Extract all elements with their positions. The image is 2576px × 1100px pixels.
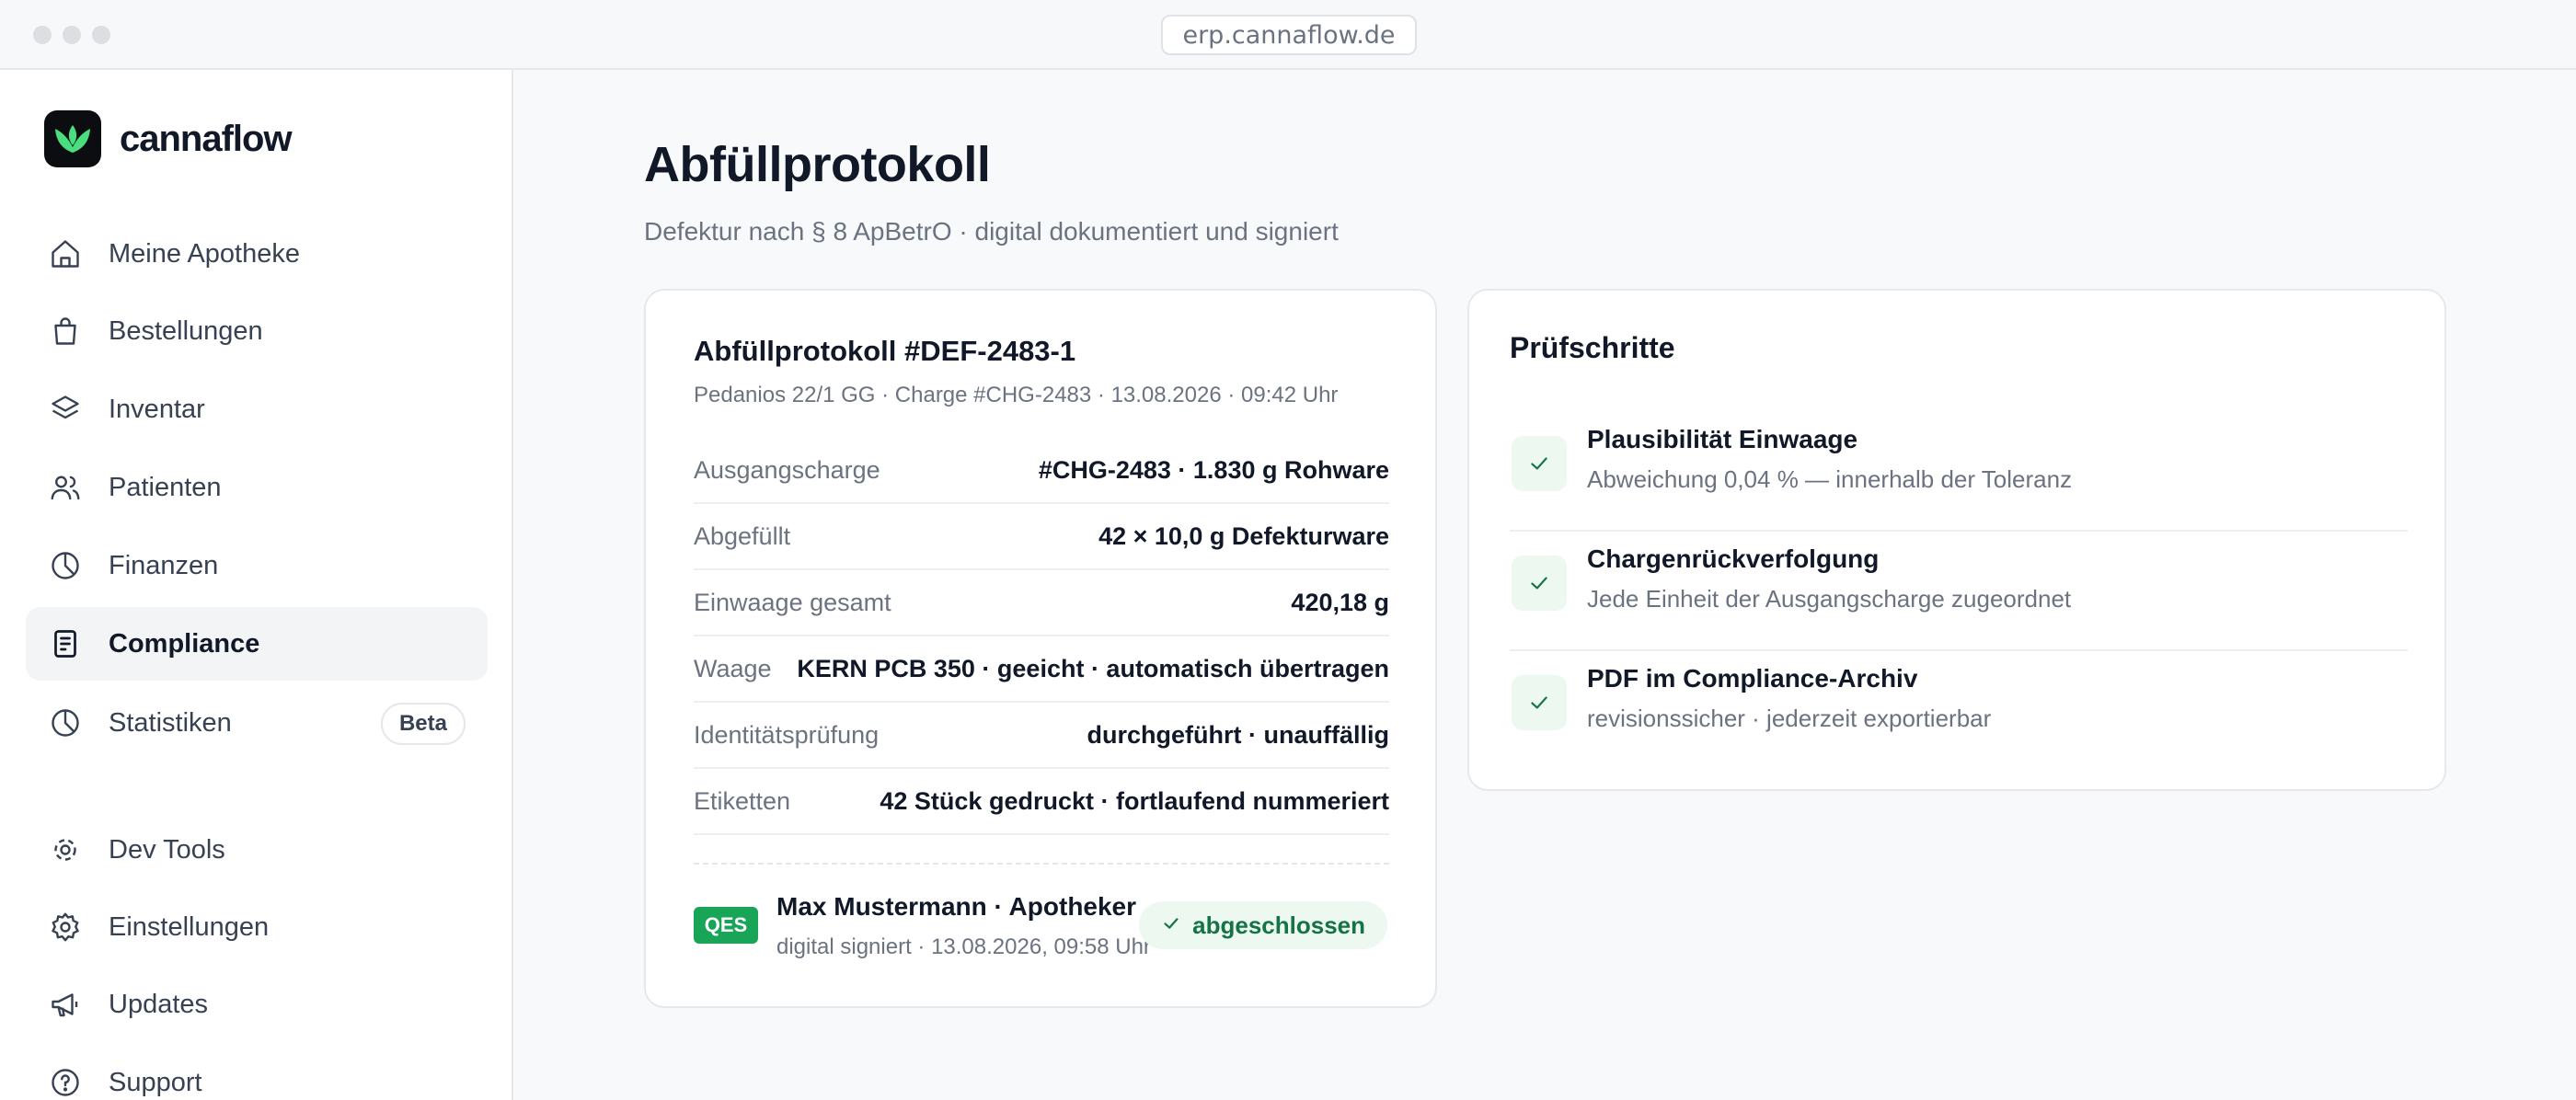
page-title: Abfüllprotokoll [644,137,991,192]
status-badge: abgeschlossen [1139,901,1387,949]
sidebar-item-label: Meine Apotheke [109,238,300,269]
detail-value: durchgeführt · unauffällig [1087,720,1389,749]
sidebar-item-bestellungen[interactable]: Bestellungen [26,294,488,368]
window-minimize-dot[interactable] [63,26,81,44]
pie-chart-icon [48,705,83,740]
detail-value: 42 × 10,0 g Defekturware [1098,521,1389,550]
sidebar-item-meine-apotheke[interactable]: Meine Apotheke [26,217,488,291]
detail-label: Identitätsprüfung [694,720,880,749]
signer-name: Max Mustermann · Apotheker [776,892,1137,921]
sidebar-item-label: Compliance [109,628,260,659]
sidebar-item-finanzen[interactable]: Finanzen [26,529,488,602]
sidebar-item-label: Bestellungen [109,315,263,346]
sidebar-item-label: Support [109,1067,202,1097]
window-maximize-dot[interactable] [92,26,110,44]
layers-icon [48,392,83,427]
sidebar-item-label: Inventar [109,394,205,424]
detail-row-einwaage: Einwaage gesamt 420,18 g [694,570,1389,636]
brand-name: cannaflow [120,118,293,159]
check-item: Chargenrückverfolgung Jede Einheit der A… [1510,532,2408,651]
dev-tools-icon [48,832,83,867]
sidebar-item-label: Statistiken [109,707,232,738]
detail-row-abgefuellt: Abgefüllt 42 × 10,0 g Defekturware [694,504,1389,570]
protocol-details: Ausgangscharge #CHG-2483 · 1.830 g Rohwa… [694,438,1389,835]
detail-label: Einwaage gesamt [694,588,891,616]
detail-value: KERN PCB 350 · geeicht · automatisch übe… [797,654,1389,682]
check-icon [1512,675,1567,730]
window-controls [33,26,110,44]
detail-row-etiketten: Etiketten 42 Stück gedruckt · fortlaufen… [694,769,1389,835]
detail-value: 42 Stück gedruckt · fortlaufend nummerie… [880,786,1389,815]
check-title: Plausibilität Einwaage [1587,425,1858,453]
check-icon [1512,436,1567,491]
sidebar-item-label: Patienten [109,472,222,502]
protocol-meta: Pedanios 22/1 GG · Charge #CHG-2483 · 13… [694,383,1339,407]
check-title: Chargenrückverfolgung [1587,544,1880,573]
detail-label: Etiketten [694,786,791,815]
protocol-title: Abfüllprotokoll #DEF-2483-1 [694,335,1076,367]
check-description: revisionssicher · jederzeit exportierbar [1587,705,1992,732]
sidebar-item-dev-tools[interactable]: Dev Tools [26,813,488,887]
sidebar-item-label: Dev Tools [109,834,225,865]
beta-badge: Beta [380,703,466,745]
detail-row-ausgangscharge: Ausgangscharge #CHG-2483 · 1.830 g Rohwa… [694,438,1389,504]
checks-card: Prüfschritte Plausibilität Einwaage Abwe… [1467,289,2446,791]
detail-value: #CHG-2483 · 1.830 g Rohware [1038,455,1389,484]
window-close-dot[interactable] [33,26,52,44]
protocol-card: Abfüllprotokoll #DEF-2483-1 Pedanios 22/… [644,289,1437,1008]
gear-icon [48,910,83,945]
sidebar-item-support[interactable]: Support [26,1046,488,1100]
help-circle-icon [48,1065,83,1100]
sidebar: cannaflow Meine Apotheke Bestellungen In… [0,70,513,1100]
sidebar-item-compliance[interactable]: Compliance [26,607,488,681]
detail-row-waage: Waage KERN PCB 350 · geeicht · automatis… [694,636,1389,703]
status-label: abgeschlossen [1192,911,1365,939]
signature-divider [694,863,1389,865]
sidebar-item-statistiken[interactable]: Statistiken Beta [26,686,488,760]
page-subtitle: Defektur nach § 8 ApBetrO · digital doku… [644,217,1339,246]
check-item: PDF im Compliance-Archiv revisionssicher… [1510,651,2408,771]
sidebar-item-label: Finanzen [109,550,219,580]
sidebar-item-inventar[interactable]: Inventar [26,372,488,446]
cannaflow-logo-icon [44,110,101,167]
check-item: Plausibilität Einwaage Abweichung 0,04 %… [1510,412,2408,532]
qes-badge: QES [694,907,758,944]
pie-chart-icon [48,548,83,583]
sidebar-item-updates[interactable]: Updates [26,968,488,1041]
shopping-bag-icon [48,314,83,349]
check-description: Jede Einheit der Ausgangscharge zugeordn… [1587,585,2072,613]
detail-label: Waage [694,654,772,682]
check-title: PDF im Compliance-Archiv [1587,664,1918,693]
brand[interactable]: cannaflow [44,110,293,167]
address-bar[interactable]: erp.cannaflow.de [1161,15,1417,55]
checks-title: Prüfschritte [1510,331,1675,364]
home-icon [48,236,83,271]
sidebar-item-label: Updates [109,989,209,1019]
detail-value: 420,18 g [1291,588,1389,616]
megaphone-icon [48,987,83,1022]
check-description: Abweichung 0,04 % — innerhalb der Tolera… [1587,465,2073,493]
sidebar-item-label: Einstellungen [109,911,270,942]
detail-row-identitaetspruefung: Identitätsprüfung durchgeführt · unauffä… [694,703,1389,769]
sidebar-item-einstellungen[interactable]: Einstellungen [26,890,488,964]
users-icon [48,470,83,505]
check-icon [1512,556,1567,611]
document-icon [48,626,83,661]
signature-timestamp: digital signiert · 13.08.2026, 09:58 Uhr [776,934,1151,959]
detail-label: Abgefüllt [694,521,791,550]
detail-label: Ausgangscharge [694,455,880,484]
sidebar-item-patienten[interactable]: Patienten [26,451,488,524]
browser-toolbar: erp.cannaflow.de [0,0,2576,70]
check-icon [1161,911,1181,940]
